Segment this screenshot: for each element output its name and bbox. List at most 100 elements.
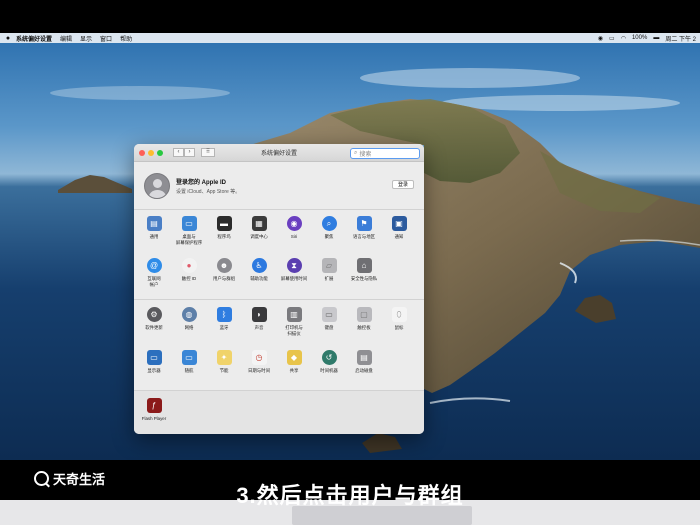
- pane-spotlight[interactable]: ⌕ 聚焦: [311, 216, 347, 240]
- pane-row-3: ⚙ 软件更新 ◍ 网络 ᛒ 蓝牙 ◗ 声音 ▥ 打印机与 扫描仪 ▭ 键盘 ▢ 触控板 ⬯ 鼠标: [134, 307, 424, 343]
- close-button[interactable]: [139, 149, 145, 156]
- pane-general[interactable]: ▤ 通用: [136, 216, 172, 240]
- menu-help[interactable]: 帮助: [120, 34, 132, 43]
- pane-displays[interactable]: ▭ 显示器: [136, 350, 172, 374]
- keyboard-icon: ▭: [321, 307, 337, 322]
- pane-printers[interactable]: ▥ 打印机与 扫描仪: [276, 307, 312, 336]
- minimize-button[interactable]: [148, 149, 154, 156]
- pane-label: 声音: [254, 325, 264, 330]
- pane-flash-player[interactable]: ƒ Flash Player: [136, 398, 172, 422]
- system-preferences-window: ‹ › ⠿ 系统偏好设置 ⌕ 搜索 登录您的 Apple ID 设置 iClou…: [134, 144, 424, 434]
- pane-dock[interactable]: ▬ 程序坞: [206, 216, 242, 240]
- pane-energy-saver[interactable]: ✦ 节能: [206, 350, 242, 374]
- pane-label: 辅助功能: [250, 276, 268, 281]
- general-icon: ▤: [146, 216, 162, 231]
- search-field[interactable]: ⌕ 搜索: [350, 148, 420, 159]
- pane-keyboard[interactable]: ▭ 键盘: [311, 307, 347, 331]
- pane-label: 聚焦: [324, 234, 334, 239]
- printers-icon: ▥: [286, 307, 302, 322]
- pane-label: 显示器: [147, 368, 161, 373]
- pane-accessibility[interactable]: ♿ 辅助功能: [241, 258, 277, 282]
- pane-date-time[interactable]: ◷ 日期与时间: [241, 350, 277, 374]
- pane-label: 日期与时间: [248, 368, 270, 373]
- mission-control-icon: ▦: [251, 216, 267, 231]
- flash-player-icon: ƒ: [146, 398, 162, 413]
- pane-row-5: ƒ Flash Player: [134, 398, 424, 434]
- pane-touch-id[interactable]: ● 触控 ID: [171, 258, 207, 282]
- display-mirror-icon[interactable]: ▭: [609, 35, 615, 42]
- pane-label: Siri: [290, 234, 298, 239]
- pane-notifications[interactable]: ▣ 通知: [381, 216, 417, 240]
- pane-desktop[interactable]: ▭ 桌面与 屏幕保护程序: [171, 216, 207, 245]
- pane-label: 打印机与 扫描仪: [285, 325, 303, 336]
- subtitle-caption: 3.然后点击用户与群组: [236, 483, 464, 508]
- mouse-icon: ⬯: [391, 307, 407, 322]
- battery-level[interactable]: 100%: [632, 35, 647, 41]
- menu-view[interactable]: 显示: [80, 34, 92, 43]
- top-black-bar: [0, 0, 700, 33]
- displays-icon: ▭: [146, 350, 162, 365]
- pane-mouse[interactable]: ⬯ 鼠标: [381, 307, 417, 331]
- menu-clock[interactable]: 周二 下午 2: [665, 34, 696, 43]
- internet-accounts-icon: @: [146, 258, 162, 273]
- pane-siri[interactable]: ◉ Siri: [276, 216, 312, 240]
- siri-icon: ◉: [286, 216, 302, 231]
- pane-label: 通用: [149, 234, 159, 239]
- menu-edit[interactable]: 编辑: [60, 34, 72, 43]
- pane-label: 触控 ID: [181, 276, 197, 281]
- screen-record-icon[interactable]: ◉: [598, 35, 603, 42]
- show-all-button[interactable]: ⠿: [201, 148, 215, 157]
- sharing-icon: ◆: [286, 350, 302, 365]
- pane-internet-accounts[interactable]: @ 互联网 帐户: [136, 258, 172, 287]
- pane-label: 启动磁盘: [355, 368, 373, 373]
- menu-app-name[interactable]: 系统偏好设置: [16, 34, 52, 43]
- time-machine-icon: ↺: [321, 350, 337, 365]
- pane-label: 通知: [394, 234, 404, 239]
- wifi-icon[interactable]: ◠: [621, 35, 626, 42]
- pane-row-1: ▤ 通用 ▭ 桌面与 屏幕保护程序 ▬ 程序坞 ▦ 调度中心 ◉ Siri ⌕ 聚焦 ⚑ 语言与地区 ▣ 通知: [134, 216, 424, 252]
- pane-software-update[interactable]: ⚙ 软件更新: [136, 307, 172, 331]
- pane-label: 软件更新: [145, 325, 163, 330]
- pane-trackpad[interactable]: ▢ 触控板: [346, 307, 382, 331]
- pane-language[interactable]: ⚑ 语言与地区: [346, 216, 382, 240]
- pane-mission-control[interactable]: ▦ 调度中心: [241, 216, 277, 240]
- menu-bar: ● 系统偏好设置 编辑 显示 窗口 帮助 ◉ ▭ ◠ 100% ▬ 周二 下午 …: [0, 33, 700, 43]
- touch-id-icon: ●: [181, 258, 197, 273]
- zoom-button[interactable]: [157, 149, 163, 156]
- pane-users-groups[interactable]: ☻ 用户与群组: [206, 258, 242, 282]
- pane-security[interactable]: ⌂ 安全性与隐私: [346, 258, 382, 282]
- pane-label: 共享: [289, 368, 299, 373]
- pane-label: Flash Player: [141, 416, 167, 421]
- pane-startup-disk[interactable]: ▤ 启动磁盘: [346, 350, 382, 374]
- pane-time-machine[interactable]: ↺ 时间机器: [311, 350, 347, 374]
- pane-screen-time[interactable]: ⧗ 屏幕使用时间: [276, 258, 312, 282]
- trackpad-icon: ▢: [356, 307, 372, 322]
- pane-sharing[interactable]: ◆ 共享: [276, 350, 312, 374]
- energy-saver-icon: ✦: [216, 350, 232, 365]
- apple-icon[interactable]: ●: [0, 35, 16, 42]
- pane-label: 屏幕使用时间: [280, 276, 308, 281]
- pane-label: 互联网 帐户: [147, 276, 161, 287]
- back-button[interactable]: ‹: [173, 148, 184, 157]
- pane-label: 时间机器: [320, 368, 338, 373]
- search-icon: ⌕: [354, 150, 358, 156]
- search-placeholder: 搜索: [359, 152, 372, 158]
- pane-bluetooth[interactable]: ᛒ 蓝牙: [206, 307, 242, 331]
- pane-row-4: ▭ 显示器 ▭ 随航 ✦ 节能 ◷ 日期与时间 ◆ 共享 ↺ 时间机器 ▤ 启动磁盘: [134, 350, 424, 386]
- pane-sound[interactable]: ◗ 声音: [241, 307, 277, 331]
- sound-icon: ◗: [251, 307, 267, 322]
- pane-network[interactable]: ◍ 网络: [171, 307, 207, 331]
- login-button[interactable]: 登录: [392, 180, 414, 189]
- pane-extensions[interactable]: ▱ 扩展: [311, 258, 347, 282]
- apple-id-subtitle: 设置 iCloud、App Store 等。: [176, 188, 241, 195]
- menu-window[interactable]: 窗口: [100, 34, 112, 43]
- forward-button[interactable]: ›: [184, 148, 195, 157]
- battery-icon[interactable]: ▬: [653, 35, 659, 41]
- users-groups-icon: ☻: [216, 258, 232, 273]
- pane-label: 用户与群组: [213, 276, 235, 281]
- pane-sidecar[interactable]: ▭ 随航: [171, 350, 207, 374]
- apple-id-title: 登录您的 Apple ID: [176, 179, 227, 186]
- pane-label: 蓝牙: [219, 325, 229, 330]
- pane-label: 调度中心: [250, 234, 268, 239]
- avatar[interactable]: [144, 172, 170, 199]
